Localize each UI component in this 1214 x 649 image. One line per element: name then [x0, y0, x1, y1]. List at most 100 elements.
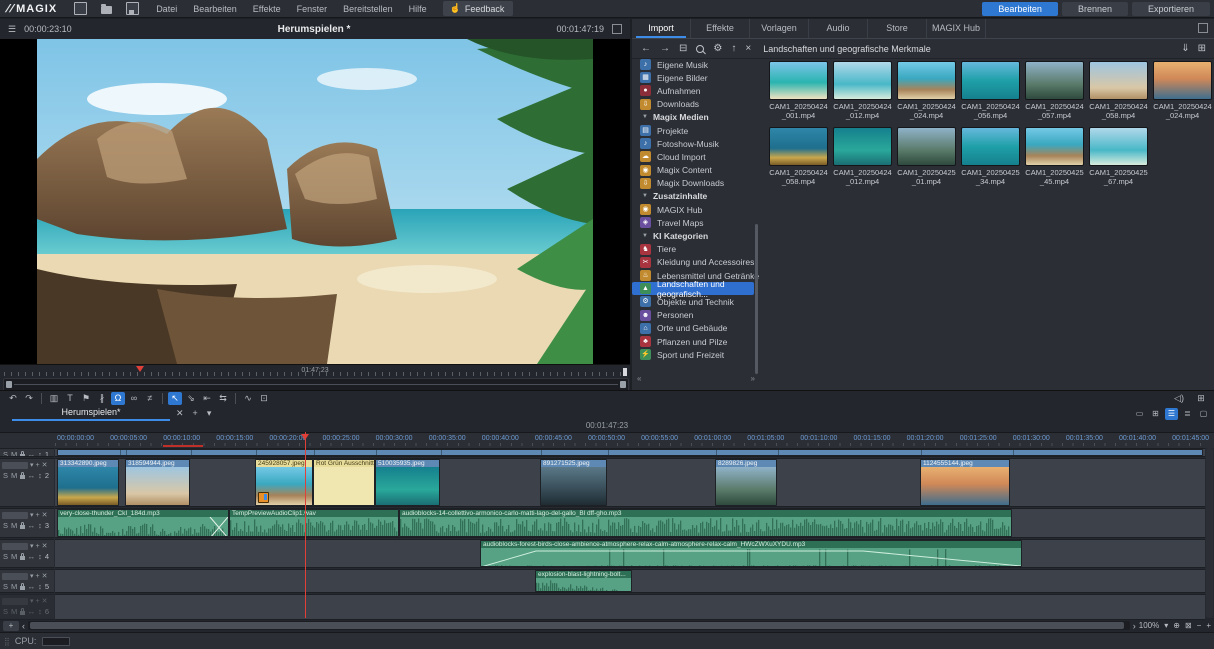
- resize-h-icon[interactable]: ↔: [28, 471, 36, 480]
- tree-view-icon[interactable]: ⊟: [679, 44, 687, 54]
- clip-very-close-thunder-cki-184d-mp3[interactable]: very-close-thunder_CkI_184d.mp3: [57, 509, 229, 537]
- hscroll-right-icon[interactable]: ›: [1133, 621, 1136, 631]
- clip-audioblocks-forest-birds-close-ambience-atmosphere-relax-calm-atmosphere-relax-calm-hwczwxuxydu-mp3[interactable]: audioblocks-forest-birds-close-ambience-…: [480, 540, 1022, 567]
- resize-h-icon[interactable]: ↔: [28, 552, 36, 561]
- view-timeline-icon[interactable]: ☰: [1165, 408, 1178, 420]
- timeline-ruler[interactable]: 00:00:00:0000:00:05:0000:00:10:0000:00:1…: [0, 432, 1214, 449]
- clip-318594944-jpeg[interactable]: 318594944.jpeg: [125, 459, 190, 506]
- tab-import[interactable]: Import: [632, 19, 691, 38]
- add-track-button[interactable]: +: [3, 621, 19, 631]
- tree-item-pflanzen-und-pilze[interactable]: ♣Pflanzen und Pilze: [632, 335, 760, 348]
- zoom-object-icon[interactable]: ⊕: [1173, 621, 1180, 630]
- solo-button[interactable]: S: [3, 450, 8, 457]
- tree-item-eigene-musik[interactable]: ♪Eigene Musik: [632, 58, 760, 71]
- resize-v-icon[interactable]: ↕: [38, 582, 42, 591]
- search-icon[interactable]: [696, 45, 704, 53]
- tree-scrollbar[interactable]: [755, 224, 758, 374]
- zoom-presets-icon[interactable]: ▾: [1164, 621, 1168, 630]
- new-project-icon[interactable]: +: [193, 408, 198, 419]
- media-file[interactable]: CAM1_20250424_012.mp4: [832, 61, 893, 121]
- tree-item-travel-maps[interactable]: ◈Travel Maps: [632, 216, 760, 229]
- media-file[interactable]: CAM1_20250424_057.mp4: [1024, 61, 1085, 121]
- tree-item-tiere[interactable]: ♞Tiere: [632, 243, 760, 256]
- redo-icon[interactable]: ↷: [22, 392, 36, 405]
- options-gear-icon[interactable]: ⚙: [713, 44, 722, 54]
- media-file[interactable]: CAM1_20250425_67.mp4: [1088, 127, 1149, 187]
- range-end-handle[interactable]: [620, 381, 626, 388]
- resize-v-icon[interactable]: ↕: [38, 552, 42, 561]
- mute-button[interactable]: M: [11, 582, 17, 591]
- tab-magix-hub[interactable]: MAGIX Hub: [927, 19, 986, 38]
- menu-datei[interactable]: Datei: [148, 2, 185, 16]
- view-multicam-icon[interactable]: ≣: [1181, 408, 1194, 420]
- track-lane-1[interactable]: [55, 448, 1205, 457]
- zoom-in-icon[interactable]: +: [1206, 621, 1211, 630]
- tree-item-magix-downloads[interactable]: ⇩Magix Downloads: [632, 177, 760, 190]
- tab-vorlagen[interactable]: Vorlagen: [750, 19, 809, 38]
- curve-mode-icon[interactable]: ∿: [241, 392, 255, 405]
- object-mode-icon[interactable]: ⊡: [257, 392, 271, 405]
- ungroup-objects-icon[interactable]: ≠: [143, 392, 157, 405]
- lock-icon[interactable]: [20, 525, 24, 529]
- track-menu-icon[interactable]: ▾: [30, 543, 34, 550]
- tree-item-orte-und-geb-ude[interactable]: ⌂Orte und Gebäude: [632, 322, 760, 335]
- mute-button[interactable]: M: [11, 521, 17, 530]
- track-lane-4[interactable]: audioblocks-forest-birds-close-ambience-…: [55, 539, 1205, 568]
- track-menu-icon[interactable]: ▾: [30, 462, 34, 469]
- folder-up-icon[interactable]: ↑: [731, 44, 736, 54]
- track-add-icon[interactable]: +: [36, 598, 40, 605]
- pool-detach-icon[interactable]: [1198, 23, 1208, 33]
- tab-audio[interactable]: Audio: [809, 19, 868, 38]
- mouse-mode-stretch-icon[interactable]: ⇆: [216, 392, 230, 405]
- track-close-icon[interactable]: ✕: [42, 462, 48, 469]
- hscroll-thumb[interactable]: [30, 622, 1124, 629]
- tree-item-fotoshow-musik[interactable]: ♪Fotoshow-Musik: [632, 137, 760, 150]
- track-name-input[interactable]: [2, 573, 28, 580]
- clip-8289826-jpeg[interactable]: 8289826.jpeg: [715, 459, 777, 506]
- mouse-mode-single-icon[interactable]: ⇘: [184, 392, 198, 405]
- mixer-icon[interactable]: ⊞: [1194, 392, 1208, 405]
- project-tab[interactable]: Herumspielen*: [12, 407, 170, 421]
- mouse-mode-one-track-icon[interactable]: ⇤: [200, 392, 214, 405]
- menu-hilfe[interactable]: Hilfe: [401, 2, 435, 16]
- media-file[interactable]: CAM1_20250425_45.mp4: [1024, 127, 1085, 187]
- clip-strip[interactable]: [57, 449, 1203, 456]
- mode-button-bearbeiten[interactable]: Bearbeiten: [982, 2, 1058, 16]
- lock-icon[interactable]: [20, 586, 24, 590]
- feedback-button[interactable]: ☝Feedback: [443, 1, 514, 16]
- resize-h-icon[interactable]: ↔: [28, 582, 36, 591]
- new-project-icon[interactable]: [74, 2, 87, 15]
- solo-button[interactable]: S: [3, 471, 8, 480]
- media-file[interactable]: CAM1_20250424_056.mp4: [960, 61, 1021, 121]
- track-name-input[interactable]: [2, 598, 28, 605]
- track-add-icon[interactable]: +: [36, 543, 40, 550]
- resize-v-icon[interactable]: ↕: [38, 471, 42, 480]
- view-scene-overview-icon[interactable]: ⊞: [1149, 408, 1162, 420]
- mute-button[interactable]: M: [11, 471, 17, 480]
- grid-view-icon[interactable]: ⊞: [1198, 44, 1206, 54]
- track-name-input[interactable]: [2, 543, 28, 550]
- media-file[interactable]: CAM1_20250425_34.mp4: [960, 127, 1021, 187]
- clear-icon[interactable]: ×: [745, 44, 751, 54]
- tree-item-magix-hub[interactable]: ◉MAGIX Hub: [632, 203, 760, 216]
- clip-313342890-jpeg[interactable]: 313342890.jpeg: [57, 459, 119, 506]
- track-add-icon[interactable]: +: [36, 512, 40, 519]
- scrubber-playhead[interactable]: [136, 366, 144, 372]
- lock-icon[interactable]: [20, 475, 24, 479]
- open-project-icon[interactable]: [101, 6, 112, 14]
- menu-effekte[interactable]: Effekte: [245, 2, 289, 16]
- track-menu-icon[interactable]: ▾: [30, 598, 34, 605]
- title-editor-icon[interactable]: T: [63, 392, 77, 405]
- forward-icon[interactable]: →: [660, 44, 670, 54]
- solo-button[interactable]: S: [3, 607, 8, 616]
- delete-object-icon[interactable]: ▥: [47, 392, 61, 405]
- project-menu-icon[interactable]: ▾: [207, 408, 212, 419]
- menu-bearbeiten[interactable]: Bearbeiten: [185, 2, 245, 16]
- track-add-icon[interactable]: +: [36, 573, 40, 580]
- track-lane-6[interactable]: [55, 594, 1205, 620]
- split-object-icon[interactable]: ∦: [95, 392, 109, 405]
- scrubber-end-marker[interactable]: [623, 368, 627, 376]
- tree-group-magix-medien[interactable]: ▼Magix Medien: [632, 111, 760, 124]
- clip-1124555144-jpeg[interactable]: 1124555144.jpeg: [920, 459, 1010, 506]
- mute-button[interactable]: M: [11, 552, 17, 561]
